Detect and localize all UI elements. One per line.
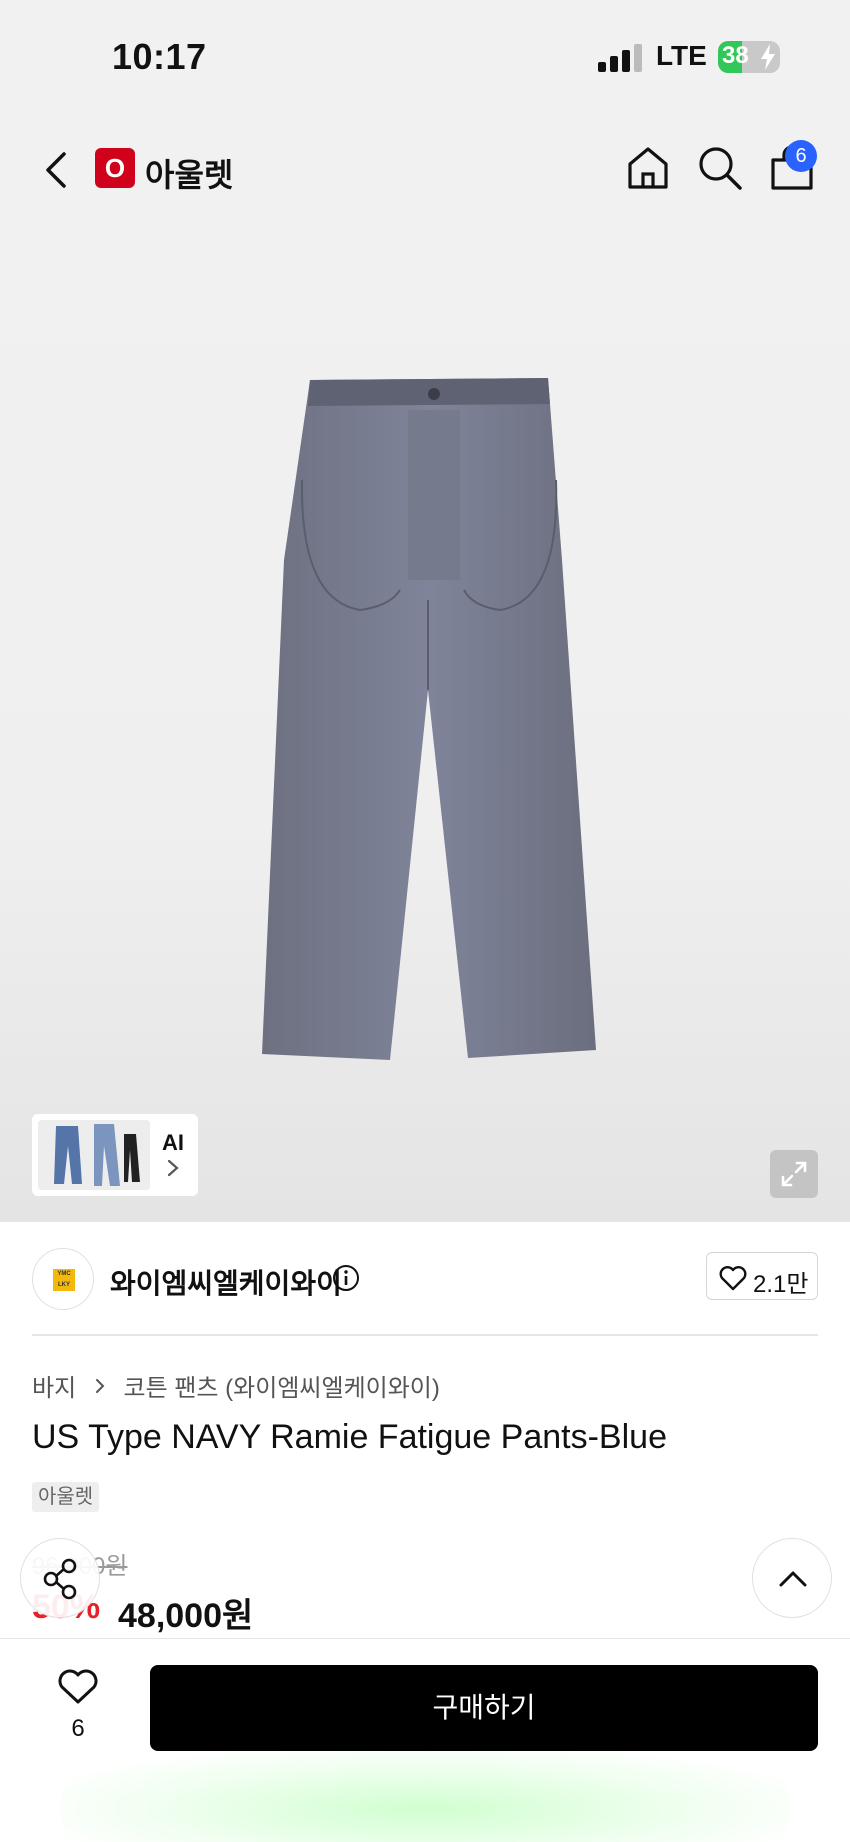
ai-label: AI bbox=[162, 1130, 184, 1155]
sale-price: 48,000원 bbox=[118, 1597, 254, 1635]
bottom-glow bbox=[60, 1749, 790, 1842]
expand-icon bbox=[781, 1161, 807, 1187]
network-type: LTE bbox=[656, 40, 707, 71]
seller-name[interactable]: 와이엠씨엘케이와이 bbox=[110, 1262, 342, 1302]
seller-avatar[interactable]: YMC LKY bbox=[32, 1248, 94, 1310]
product-image[interactable]: AI bbox=[0, 230, 850, 1222]
ai-similar-items-card[interactable]: AI bbox=[32, 1114, 198, 1196]
outlet-tag: 아울렛 bbox=[32, 1482, 100, 1512]
expand-image-button[interactable] bbox=[770, 1150, 818, 1198]
chevron-right-icon bbox=[95, 1378, 105, 1393]
signal-icon bbox=[598, 44, 642, 72]
buy-button[interactable]: 구매하기 bbox=[150, 1665, 818, 1751]
product-title: US Type NAVY Ramie Fatigue Pants-Blue bbox=[32, 1418, 667, 1456]
cart-count-badge: 6 bbox=[785, 140, 817, 172]
product-photo-pants bbox=[262, 378, 596, 1060]
outlet-logo: O bbox=[95, 148, 135, 188]
page-title: 아울렛 bbox=[145, 157, 234, 193]
seller-like-count: 2.1만 bbox=[753, 1271, 809, 1298]
seller-like-button[interactable]: 2.1만 bbox=[706, 1252, 818, 1300]
info-icon[interactable] bbox=[332, 1264, 360, 1292]
battery-indicator: 38 bbox=[718, 41, 780, 73]
seller-logo: YMC LKY bbox=[53, 1269, 75, 1291]
battery-level: 38 bbox=[722, 42, 749, 69]
scroll-top-button[interactable] bbox=[752, 1538, 832, 1618]
wishlist-count: 6 bbox=[71, 1715, 85, 1742]
search-icon[interactable] bbox=[696, 144, 744, 192]
heart-icon bbox=[719, 1266, 747, 1291]
breadcrumb: 바지 코튼 팬츠 (와이엠씨엘케이와이) bbox=[32, 1368, 440, 1403]
thumbnail-pants-image bbox=[38, 1120, 150, 1190]
share-button[interactable] bbox=[20, 1538, 100, 1618]
share-icon bbox=[43, 1558, 77, 1600]
chevron-up-icon bbox=[779, 1571, 807, 1587]
status-time: 10:17 bbox=[112, 36, 207, 77]
app-header: O 아울렛 bbox=[0, 110, 850, 230]
breadcrumb-subcategory[interactable]: 코튼 팬츠 (와이엠씨엘케이와이) bbox=[124, 1375, 440, 1402]
seller-row[interactable]: YMC LKY 와이엠씨엘케이와이 2.1만 bbox=[0, 1222, 850, 1336]
status-bar: 10:17 LTE 38 bbox=[0, 0, 850, 110]
purchase-bar: 6 구매하기 bbox=[0, 1638, 850, 1842]
heart-icon[interactable] bbox=[58, 1669, 98, 1705]
chevron-left-icon[interactable] bbox=[38, 148, 74, 192]
home-icon[interactable] bbox=[624, 144, 672, 192]
charging-icon bbox=[761, 44, 775, 70]
breadcrumb-category[interactable]: 바지 bbox=[32, 1375, 76, 1402]
divider bbox=[32, 1334, 818, 1336]
chevron-right-icon bbox=[167, 1159, 179, 1177]
